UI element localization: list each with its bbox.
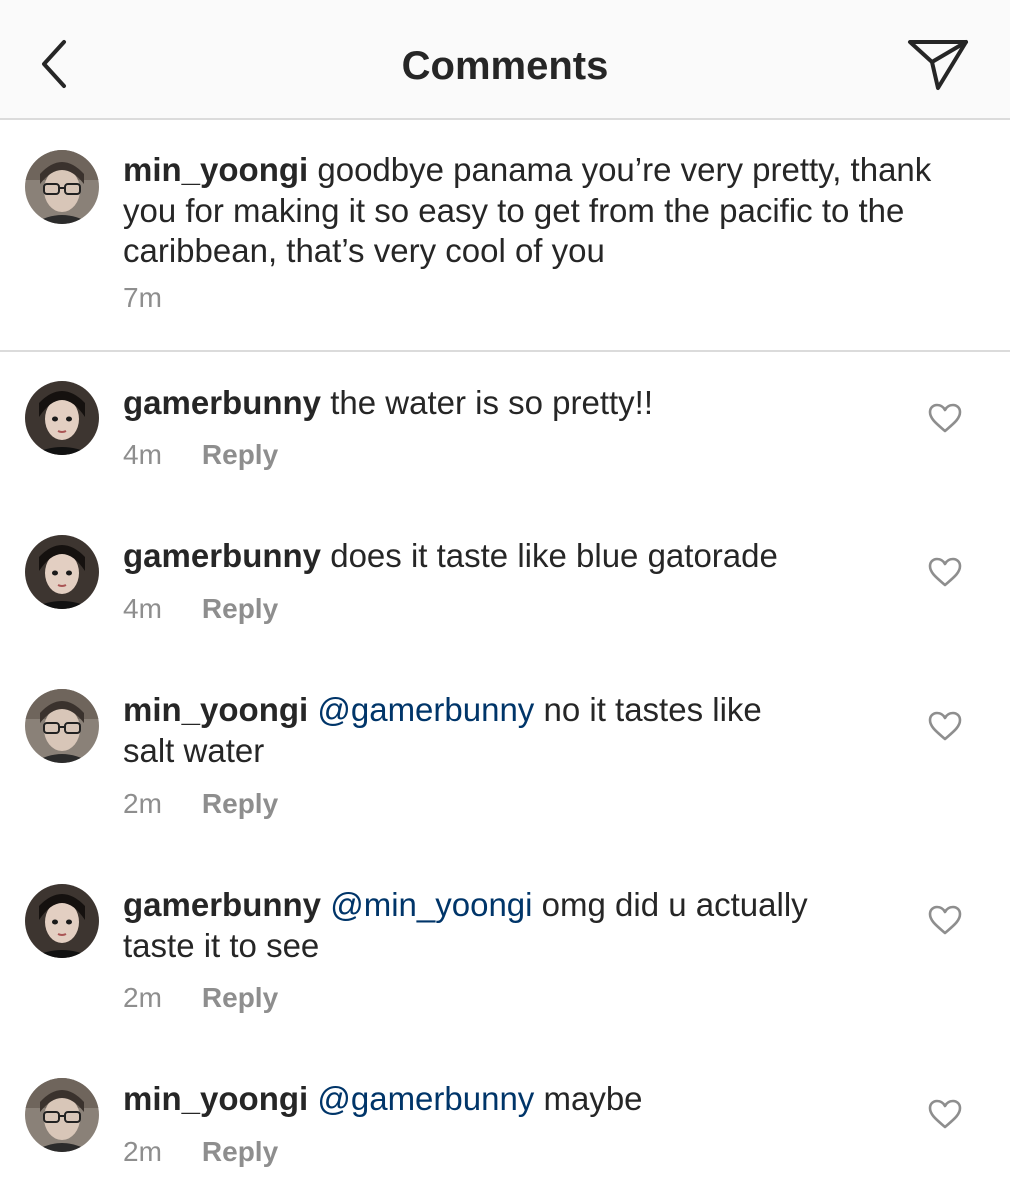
comments-header: Comments (0, 0, 1010, 120)
heart-icon[interactable] (927, 710, 963, 742)
comment-body: maybe (543, 1080, 643, 1117)
reply-button[interactable]: Reply (202, 982, 278, 1013)
heart-icon[interactable] (927, 904, 963, 936)
comment-meta: 4m Reply (123, 591, 278, 627)
comment-mention[interactable]: @gamerbunny (317, 1080, 534, 1117)
comment-body: does it taste like blue gatorade (330, 537, 778, 574)
avatar-image (25, 381, 99, 455)
avatar[interactable] (25, 535, 99, 609)
comment-meta: 2m Reply (123, 1134, 278, 1170)
heart-icon[interactable] (927, 402, 963, 434)
comment-time: 4m (123, 439, 162, 470)
comment-time: 4m (123, 593, 162, 624)
heart-icon[interactable] (927, 1098, 963, 1130)
avatar[interactable] (25, 381, 99, 455)
comment-mention[interactable]: @min_yoongi (330, 886, 532, 923)
avatar-image (25, 689, 99, 763)
comment-meta: 2m Reply (123, 786, 278, 822)
avatar[interactable] (25, 1078, 99, 1152)
direct-share-icon (908, 40, 968, 90)
comment-text: gamerbunny does it taste like blue gator… (123, 536, 843, 577)
comment-username[interactable]: min_yoongi (123, 691, 308, 728)
comment-text: gamerbunny @min_yoongi omg did u actuall… (123, 885, 863, 966)
comment-meta: 4m Reply (123, 437, 278, 473)
avatar-image (25, 535, 99, 609)
comment-meta: 2m Reply (123, 980, 278, 1016)
avatar[interactable] (25, 150, 99, 224)
comment-username[interactable]: gamerbunny (123, 537, 321, 574)
share-button[interactable] (900, 34, 972, 96)
comment-time: 2m (123, 1136, 162, 1167)
heart-icon[interactable] (927, 556, 963, 588)
comment-text: min_yoongi @gamerbunny maybe (123, 1079, 843, 1120)
avatar-image (25, 150, 99, 224)
caption-username[interactable]: min_yoongi (123, 151, 308, 188)
caption-text: min_yoongi goodbye panama you’re very pr… (123, 150, 983, 272)
reply-button[interactable]: Reply (202, 1136, 278, 1167)
comment-text: gamerbunny the water is so pretty!! (123, 383, 843, 424)
reply-button[interactable]: Reply (202, 439, 278, 470)
comment-text: min_yoongi @gamerbunny no it tastes like… (123, 690, 803, 771)
comment-username[interactable]: min_yoongi (123, 1080, 308, 1117)
comment-time: 2m (123, 788, 162, 819)
page-title: Comments (401, 44, 609, 88)
comment-mention[interactable]: @gamerbunny (317, 691, 534, 728)
comment-username[interactable]: gamerbunny (123, 886, 321, 923)
reply-button[interactable]: Reply (202, 788, 278, 819)
caption-time: 7m (123, 282, 162, 313)
comment-username[interactable]: gamerbunny (123, 384, 321, 421)
avatar-image (25, 1078, 99, 1152)
comment-body: the water is so pretty!! (330, 384, 654, 421)
avatar[interactable] (25, 884, 99, 958)
reply-button[interactable]: Reply (202, 593, 278, 624)
comment-time: 2m (123, 982, 162, 1013)
caption-meta: 7m (123, 280, 162, 316)
avatar[interactable] (25, 689, 99, 763)
avatar-image (25, 884, 99, 958)
caption-block: min_yoongi goodbye panama you’re very pr… (0, 120, 1010, 352)
